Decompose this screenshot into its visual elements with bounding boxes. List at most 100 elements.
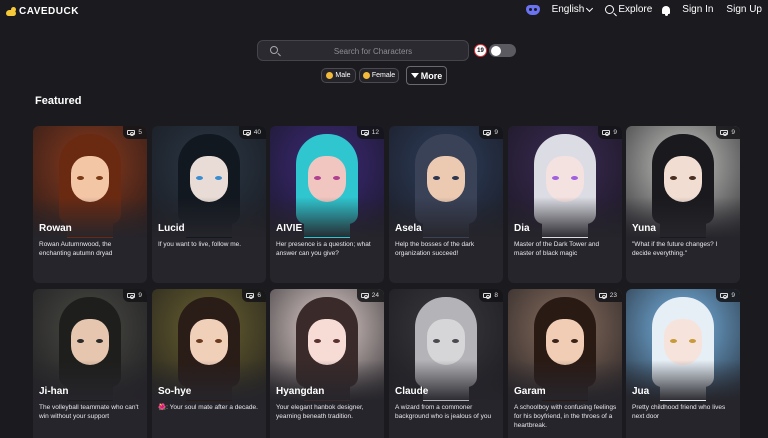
search-icon: [605, 5, 615, 14]
character-name: Yuna: [632, 223, 656, 234]
portrait-eye: [433, 176, 440, 180]
toggle-knob: [491, 45, 501, 56]
sign-in-link[interactable]: Sign In: [682, 4, 713, 15]
character-card[interactable]: 8 Claude A wizard from a commoner backgrou…: [389, 289, 503, 438]
character-card[interactable]: 24 Hyangdan Your elegant hanbok designer, …: [270, 289, 384, 438]
portrait-eye: [314, 176, 321, 180]
bell-icon[interactable]: [662, 5, 671, 16]
portrait-eye: [96, 176, 103, 180]
image-count-badge: 9: [123, 289, 147, 302]
character-name: Ji-han: [39, 386, 69, 397]
chevron-down-icon: [586, 4, 594, 12]
portrait-body: [304, 208, 350, 238]
explore-link[interactable]: Explore: [605, 4, 652, 15]
featured-heading: Featured: [35, 95, 82, 107]
character-portrait: [152, 289, 266, 401]
character-description: Your elegant hanbok designer, yearning b…: [276, 404, 364, 420]
character-portrait: [270, 126, 384, 238]
image-count: 23: [609, 292, 617, 299]
image-gallery-icon: [598, 293, 607, 299]
character-card[interactable]: 9 Asela Help the bosses of the dark organi…: [389, 126, 503, 283]
portrait-body: [423, 208, 469, 238]
portrait-art: [33, 289, 147, 401]
female-face-icon: [362, 72, 370, 79]
character-card[interactable]: 9 Jua Pretty childhood friend who lives ne…: [626, 289, 740, 438]
character-portrait: [508, 289, 622, 401]
portrait-eye: [433, 339, 440, 343]
character-card[interactable]: 40 Lucid If you want to live, follow me.: [152, 126, 266, 283]
site-logo[interactable]: CAVEDUCK: [6, 6, 79, 17]
image-count-badge: 23: [594, 289, 622, 302]
portrait-body: [542, 208, 588, 238]
portrait-eye: [571, 176, 578, 180]
image-count: 12: [371, 129, 379, 136]
search-input[interactable]: [288, 44, 458, 58]
image-gallery-icon: [360, 130, 369, 136]
image-count-badge: 9: [716, 289, 740, 302]
search-icon: [270, 46, 278, 54]
image-count: 9: [731, 292, 735, 299]
portrait-art: [152, 289, 266, 401]
age-19-badge-icon: 19: [474, 44, 487, 57]
image-count: 24: [371, 292, 379, 299]
image-gallery-icon: [242, 130, 251, 136]
image-count-badge: 9: [716, 126, 740, 139]
image-count: 8: [494, 292, 498, 299]
explore-label: Explore: [618, 4, 653, 15]
character-description: Help the bosses of the dark organization…: [395, 241, 475, 257]
character-card[interactable]: 9 Dia Master of the Dark Tower and master …: [508, 126, 622, 283]
adult-content-toggle[interactable]: [489, 44, 516, 57]
portrait-art: [270, 126, 384, 238]
portrait-eye: [689, 176, 696, 180]
duck-logo-icon: [6, 7, 16, 16]
portrait-eye: [196, 176, 203, 180]
portrait-body: [423, 371, 469, 401]
image-gallery-icon: [720, 130, 729, 136]
language-selector[interactable]: English: [552, 4, 594, 15]
male-face-icon: [326, 72, 334, 79]
search-box[interactable]: [257, 40, 469, 61]
image-count-badge: 6: [242, 289, 266, 302]
character-card[interactable]: 5 Rowan Rowan Autumnwood, the enchanting a…: [33, 126, 147, 283]
portrait-art: [626, 289, 740, 401]
portrait-eye: [96, 339, 103, 343]
character-name: Lucid: [158, 223, 185, 234]
image-gallery-icon: [483, 293, 492, 299]
caret-down-icon: [410, 73, 419, 78]
character-card[interactable]: 9 Yuna "What if the future changes? I deci…: [626, 126, 740, 283]
character-description: A wizard from a commoner background who …: [395, 404, 492, 420]
character-description: A schoolboy with confusing feelings for …: [514, 404, 617, 429]
character-description: 🌺: Your soul mate after a decade.: [158, 404, 258, 411]
portrait-art: [389, 289, 503, 401]
male-filter-chip[interactable]: Male: [321, 68, 356, 83]
character-card[interactable]: 6 So-hye 🌺: Your soul mate after a decade.: [152, 289, 266, 438]
portrait-body: [67, 208, 113, 238]
portrait-art: [389, 126, 503, 238]
portrait-eye: [215, 339, 222, 343]
character-name: Dia: [514, 223, 530, 234]
image-count: 40: [253, 129, 261, 136]
image-count: 6: [257, 292, 261, 299]
portrait-eye: [552, 176, 559, 180]
character-name: Jua: [632, 386, 650, 397]
image-count-badge: 8: [479, 289, 503, 302]
character-card[interactable]: 12 AIVIE Her presence is a question; what …: [270, 126, 384, 283]
image-gallery-icon: [720, 293, 729, 299]
image-gallery-icon: [602, 130, 611, 136]
female-filter-chip[interactable]: Female: [359, 68, 399, 83]
more-filters-button[interactable]: More: [406, 66, 447, 85]
character-description: The volleyball teammate who can't win wi…: [39, 404, 139, 420]
character-portrait: [508, 126, 622, 238]
discord-icon[interactable]: [525, 4, 540, 15]
male-filter-label: Male: [335, 72, 351, 79]
image-count-badge: 24: [356, 289, 384, 302]
image-count: 9: [494, 129, 498, 136]
character-portrait: [270, 289, 384, 401]
character-portrait: [389, 126, 503, 238]
character-card[interactable]: 23 Garam A schoolboy with confusing feelin…: [508, 289, 622, 438]
portrait-eye: [689, 339, 696, 343]
sign-up-link[interactable]: Sign Up: [726, 4, 762, 15]
portrait-body: [186, 371, 232, 401]
logo-text: CAVEDUCK: [19, 6, 79, 17]
character-card[interactable]: 9 Ji-han The volleyball teammate who can't…: [33, 289, 147, 438]
